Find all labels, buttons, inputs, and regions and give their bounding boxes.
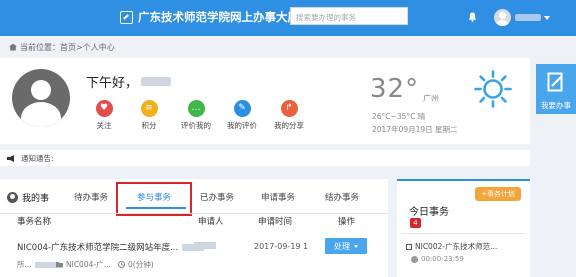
today-item-time: 00:00-23:59 [411, 255, 464, 263]
edit-document-icon [547, 72, 563, 92]
action-label: 积分 [141, 121, 157, 130]
user-icon [7, 192, 18, 203]
column-header-name: 事务名称 [17, 217, 52, 227]
avatar-head-shape [31, 80, 51, 100]
meta-item: NIC004-广... [66, 260, 111, 269]
tab-pending[interactable]: 待办事务 [74, 191, 108, 203]
megaphone-icon [7, 154, 14, 162]
tab-participated[interactable]: 参与事务 [137, 191, 171, 203]
panel-accent [397, 179, 530, 181]
today-item-label[interactable]: NIC002-广东技术师范... [415, 241, 497, 252]
site-title: 广东技术师范学院网上办事大厅 [138, 10, 299, 24]
user-name-blurred[interactable] [515, 14, 541, 21]
notice-bar: 通知通告: [0, 150, 530, 166]
column-header-time: 申请时间 [258, 217, 293, 227]
home-icon [9, 43, 17, 51]
clock-icon [118, 261, 125, 268]
edit-logo-icon [120, 10, 133, 24]
i-want-to-do-button[interactable]: 我要办事 [536, 64, 576, 114]
column-header-applicant: 申请人 [198, 217, 224, 227]
my-tasks-label: 我的事 [7, 191, 49, 204]
action-label: 我的评价 [227, 121, 257, 130]
action-label: 评价我的 [181, 121, 211, 130]
side-button-label: 我要办事 [541, 101, 571, 110]
breadcrumb: 当前位置：首页>个人中心 [9, 42, 115, 52]
action-follow[interactable]: ♥ 关注 [84, 100, 124, 131]
active-tab-indicator [126, 207, 186, 209]
table-row-title[interactable]: NIC004-广东技术师范学院二级网站年度... [17, 241, 205, 253]
folder-icon [56, 262, 63, 268]
tab-applied[interactable]: 申请事务 [261, 191, 295, 203]
profile-avatar[interactable] [12, 69, 70, 127]
top-bar: 广东技术师范学院网上办事大厅 搜索要办理的事务 [0, 0, 576, 36]
sun-icon [474, 70, 512, 108]
today-tasks-panel: +事务计划 今日事务 4 NIC002-广东技术师范... 00:00-23:5… [397, 179, 530, 277]
meta-prefix: 所... [17, 260, 32, 269]
site-brand[interactable]: 广东技术师范学院网上办事大厅 [120, 7, 299, 27]
clock-icon [411, 255, 418, 263]
action-rate-me[interactable]: … 评价我的 [176, 100, 216, 131]
task-meta-item: NIC004-广... [56, 259, 111, 270]
today-item[interactable]: NIC002-广东技术师范... [406, 241, 497, 252]
task-meta-owner: 所... [17, 259, 57, 270]
heart-icon: ♥ [95, 100, 113, 117]
comment-icon: … [187, 100, 205, 117]
user-name-blurred [141, 77, 172, 86]
my-tasks-title: 我的事 [22, 194, 50, 204]
coins-icon: ≡ [140, 100, 158, 117]
column-header-action: 操作 [338, 217, 356, 227]
share-icon: ↱ [280, 100, 298, 117]
task-title[interactable]: NIC004-广东技术师范学院二级网站年度... [17, 243, 178, 253]
meta-duration: 0(分钟) [128, 260, 154, 269]
applicant-blurred [194, 242, 216, 249]
time-range: 00:00-23:59 [421, 255, 464, 263]
chevron-down-icon[interactable] [544, 16, 550, 20]
notice-label: 通知通告: [21, 153, 54, 163]
weather-date: 2017年09月19日 星期二 [372, 125, 458, 134]
tab-closed[interactable]: 结办事务 [325, 191, 359, 203]
my-tasks-panel: 我的事 待办事务 参与事务 已办事务 申请事务 结办事务 事务名称 申请人 申请… [0, 179, 388, 277]
profile-panel: 下午好， ♥ 关注 ≡ 积分 … 评价我的 ✎ 我的评价 ↱ 我的分享 32° … [0, 58, 530, 144]
greeting-text: 下午好， [86, 76, 139, 91]
bell-icon[interactable] [468, 12, 477, 22]
tab-done[interactable]: 已办事务 [200, 191, 234, 203]
add-plan-button[interactable]: +事务计划 [475, 187, 521, 201]
count-badge: 4 [410, 218, 421, 228]
weather-temperature: 32° [370, 74, 420, 104]
action-label: 关注 [96, 121, 112, 130]
task-meta-duration: 0(分钟) [118, 259, 154, 270]
caret-down-icon [354, 244, 358, 248]
process-button[interactable]: 处理 [325, 238, 367, 254]
action-my-share[interactable]: ↱ 我的分享 [269, 100, 309, 131]
action-points[interactable]: ≡ 积分 [129, 100, 169, 131]
weather-range: 26°C~35°C 晴 [372, 112, 426, 121]
weather-city: 广州 [423, 94, 439, 103]
search-input[interactable]: 搜索要办理的事务 [290, 7, 408, 25]
blurred-text [34, 261, 57, 268]
tabs-divider [0, 213, 388, 214]
action-label: 我的分享 [274, 121, 304, 130]
divider [401, 233, 526, 234]
breadcrumb-text[interactable]: 当前位置：首页>个人中心 [20, 42, 115, 53]
action-my-rating[interactable]: ✎ 我的评价 [222, 100, 262, 131]
process-label: 处理 [334, 241, 350, 251]
avatar-body-shape [21, 102, 61, 127]
checkbox-icon [406, 243, 412, 250]
task-time: 2017-09-19 1 [254, 242, 309, 251]
edit-icon: ✎ [233, 100, 251, 117]
greeting: 下午好， [86, 72, 172, 91]
today-title: 今日事务 [409, 207, 449, 218]
user-avatar[interactable] [494, 9, 511, 26]
